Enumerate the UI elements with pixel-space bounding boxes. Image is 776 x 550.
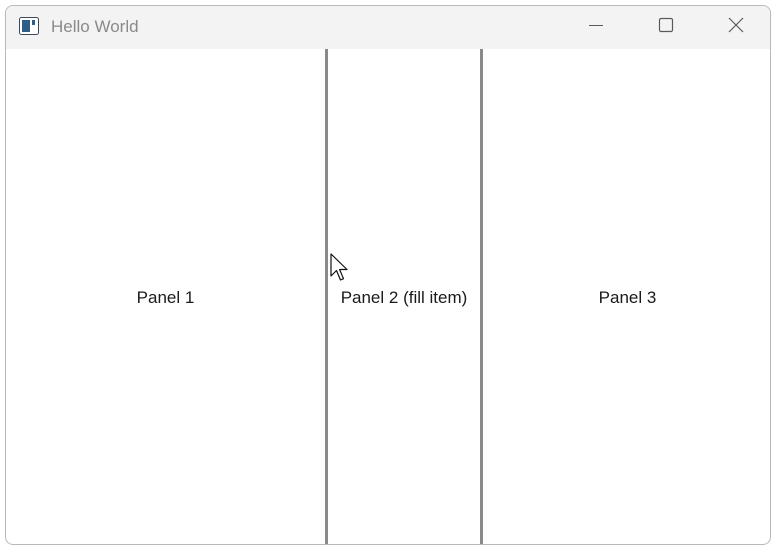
window-title: Hello World xyxy=(51,17,139,36)
panel-1: Panel 1 xyxy=(6,49,325,544)
panel-1-label: Panel 1 xyxy=(136,287,195,307)
dock-panel-container: Panel 1 Panel 2 (fill item) Panel 3 xyxy=(6,49,770,544)
mouse-pointer-icon xyxy=(330,253,350,283)
maximize-icon xyxy=(658,17,674,38)
title-bar[interactable]: Hello World xyxy=(6,6,770,49)
panel-2-label: Panel 2 (fill item) xyxy=(340,287,468,307)
minimize-icon xyxy=(588,17,604,38)
close-button[interactable] xyxy=(713,6,759,49)
panel-3: Panel 3 xyxy=(483,49,770,544)
panel-2: Panel 2 (fill item) xyxy=(328,49,480,544)
app-window: Hello World Panel 1 Panel 2 (fill item) … xyxy=(5,5,771,545)
app-window-icon xyxy=(19,17,39,35)
minimize-button[interactable] xyxy=(573,6,619,49)
close-icon xyxy=(728,17,744,38)
panel-3-label: Panel 3 xyxy=(598,287,657,307)
maximize-button[interactable] xyxy=(643,6,689,49)
